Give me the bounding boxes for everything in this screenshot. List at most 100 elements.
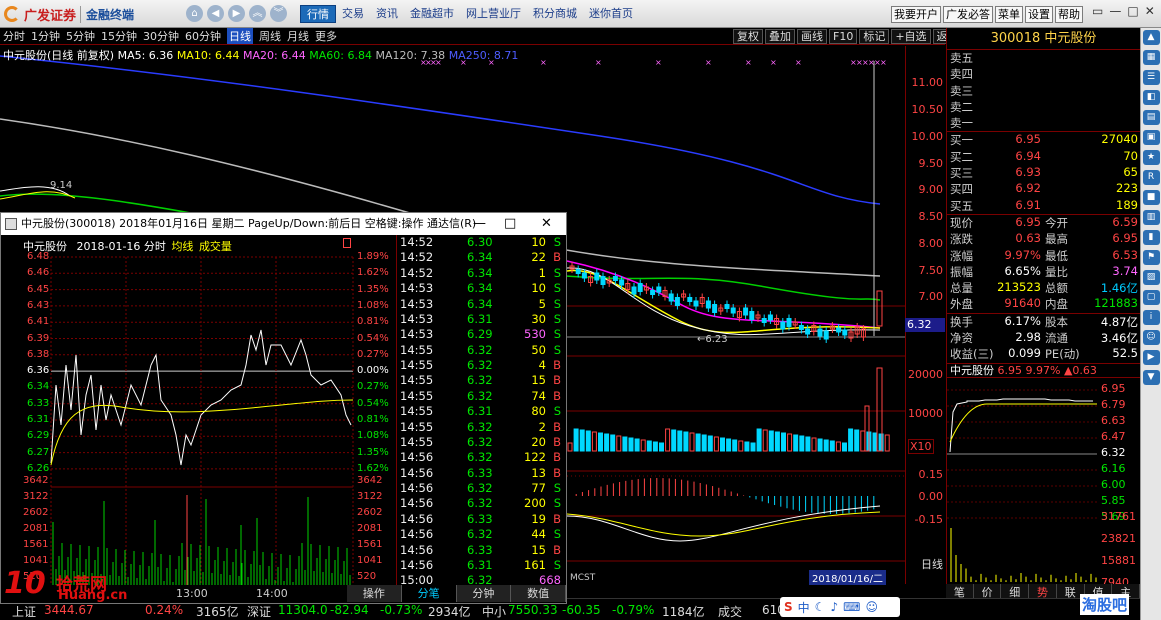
minimize-icon[interactable]: — [1109,4,1121,18]
ime-moon-icon[interactable]: ☾ [815,600,826,614]
chevron-up-icon[interactable]: ︽ [249,5,266,22]
tick-price: 6.32 [467,450,493,465]
mark-button[interactable]: 标记 [859,29,890,44]
menu-online-hall[interactable]: 网上营业厅 [460,5,527,23]
tool-bar-icon[interactable]: ▮ [1142,230,1160,245]
period-60min[interactable]: 60分钟 [185,28,221,44]
open-account-button[interactable]: 我要开户 [891,6,941,23]
stat-value: 6.53 [1112,247,1138,262]
quote-tab[interactable]: 价 [974,584,1002,599]
overlay-button[interactable]: 叠加 [765,29,795,44]
period-intraday[interactable]: 分时 [3,28,25,44]
home-icon[interactable]: ⌂ [186,5,203,22]
tool-play-icon[interactable]: ▶ [1142,350,1160,365]
ime-mic-icon[interactable]: ♪ [830,600,838,614]
tool-flag-icon[interactable]: ⚑ [1142,250,1160,265]
tick-row: 14:56 6.32 77 S [397,481,566,496]
period-monthly[interactable]: 月线 [287,28,309,44]
period-15min[interactable]: 15分钟 [101,28,137,44]
mini-pct: 9.97% [1025,363,1061,377]
quote-tab[interactable]: 势 [1029,584,1057,599]
volume-bar [591,431,597,452]
quote-tab[interactable]: 细 [1001,584,1030,599]
tool-star-icon[interactable]: ★ [1142,150,1160,165]
menu-finance-market[interactable]: 金融超市 [404,5,460,23]
period-more[interactable]: 更多 [315,28,337,44]
tool-person-icon[interactable]: ☺ [1142,330,1160,345]
tool-page-icon[interactable]: ▣ [1142,130,1160,145]
tick-price: 6.34 [467,250,493,265]
back-icon[interactable]: ◀ [207,5,224,22]
tool-book-icon[interactable]: ▨ [1142,270,1160,285]
chevron-down-icon[interactable]: ︾ [270,5,287,22]
menu-quotes[interactable]: 行情 [300,5,336,23]
draw-line-button[interactable]: 画线 [797,29,827,44]
menu-news[interactable]: 资讯 [370,5,404,23]
tab-values[interactable]: 数值 [511,585,566,602]
intraday-popup[interactable]: 中元股份(300018) 2018年01月16日 星期二 PageUp/Down… [0,212,567,604]
tab-minutes[interactable]: 分钟 [457,585,512,602]
menu-mini-home[interactable]: 迷你首页 [583,5,639,23]
ime-toolbar[interactable]: S 中 ☾ ♪ ⌨ ☺ [780,597,900,617]
tool-down-icon[interactable]: ▼ [1142,370,1160,385]
tool-chart-icon[interactable]: ◧ [1142,90,1160,105]
popup-minimize-icon[interactable]: — [473,213,486,235]
tick-row: 14:56 6.33 13 B [397,466,566,481]
ime-lang[interactable]: 中 [798,599,810,616]
menu-button[interactable]: 菜单 [995,6,1023,23]
period-weekly[interactable]: 周线 [259,28,281,44]
high-marker: 9.14 [50,180,72,191]
popup-expand-icon[interactable] [343,238,351,248]
tool-page2-icon[interactable]: ▢ [1142,290,1160,305]
tool-calendar-icon[interactable]: ▥ [1142,210,1160,225]
tab-operate[interactable]: 操作 [347,585,402,602]
close-icon[interactable]: ✕ [1145,4,1155,18]
tick-volume: 10 [531,281,546,296]
period-5min[interactable]: 5分钟 [66,28,95,44]
right-vol-tick: 1041 [357,555,383,566]
tick-table[interactable]: 14:52 6.30 10 S 14:52 6.34 22 B 14:52 6.34 1 S 14:53… [396,235,566,587]
period-daily[interactable]: 日线 [227,28,253,44]
volume-bar [884,434,890,452]
help-button[interactable]: 帮助 [1055,6,1083,23]
faq-button[interactable]: 广发必答 [943,6,993,23]
ime-keyboard-icon[interactable]: ⌨ [843,600,860,614]
popup-maximize-icon[interactable]: □ [504,213,516,235]
popup-titlebar[interactable]: 中元股份(300018) 2018年01月16日 星期二 PageUp/Down… [1,213,566,235]
tool-grid-icon[interactable]: ▦ [1142,50,1160,65]
quote-stats-fundamental: 换手 6.17% 股本 4.87亿 净资 2.98 流通 3.46亿 收益(三) 0.099 PE(… [947,314,1140,363]
macd-tick: 0.00 [918,490,944,503]
menu-points-mall[interactable]: 积分商城 [527,5,583,23]
add-watchlist-button[interactable]: +自选 [891,29,931,44]
tool-up-icon[interactable]: ▲ [1142,30,1160,45]
popup-date: 2018-01-16 分时 [76,240,166,253]
tool-list-icon[interactable]: ☰ [1142,70,1160,85]
forward-icon[interactable]: ▶ [228,5,245,22]
period-1min[interactable]: 1分钟 [31,28,60,44]
buy-row: 买四 6.92 223 [947,181,1140,197]
maximize-icon[interactable]: □ [1127,4,1138,18]
y-tick: 8.50 [918,210,944,223]
volume-bar [750,442,756,452]
settings-button[interactable]: 设置 [1025,6,1053,23]
tab-ticks[interactable]: 分笔 [401,585,457,602]
tool-news-icon[interactable]: ▤ [1142,110,1160,125]
mini-price-line [949,398,1093,453]
mini-intraday-chart[interactable]: 6.95 6.79 6.63 6.47 6.32 6.16 6.00 5.85 5.69 3176… [947,382,1141,589]
tool-rsi-icon[interactable]: R [1142,170,1160,185]
popup-close-icon[interactable]: ✕ [541,213,552,235]
ime-user-icon[interactable]: ☺ [865,600,878,614]
ma5-label: MA5: 6.36 [117,49,174,62]
quote-tab[interactable]: 笔 [946,584,974,599]
tool-box-icon[interactable]: ■ [1142,190,1160,205]
right-axis-tick: 0.00% [357,365,389,377]
f10-button[interactable]: F10 [829,29,858,44]
menu-trade[interactable]: 交易 [336,5,370,23]
period-30min[interactable]: 30分钟 [143,28,179,44]
volume-bar [829,440,835,452]
tool-info-icon[interactable]: i [1142,310,1160,325]
restore-icon[interactable]: ▭ [1092,4,1103,18]
tick-price: 6.34 [467,265,493,280]
right-axis-tick: 1.08% [357,430,389,442]
adjust-button[interactable]: 复权 [733,29,763,44]
